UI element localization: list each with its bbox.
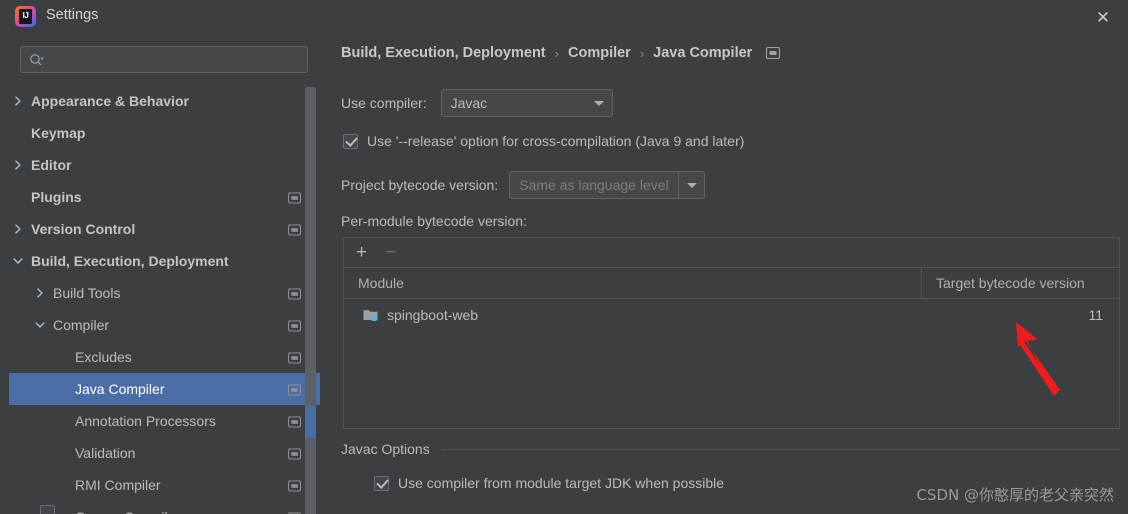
sidebar-item-build-tools[interactable]: Build Tools: [9, 277, 320, 309]
sidebar-item-annotation-processors[interactable]: Annotation Processors: [9, 405, 320, 437]
project-scope-icon: [288, 448, 301, 460]
sidebar-item-label: Build, Execution, Deployment: [31, 253, 229, 269]
sidebar-item-label: Editor: [31, 157, 72, 173]
section-divider: [440, 448, 1120, 450]
javac-options-title: Javac Options: [341, 441, 430, 457]
module-folder-icon: [363, 308, 379, 322]
breadcrumb-item-build[interactable]: Build, Execution, Deployment: [341, 45, 546, 61]
sidebar-item-label: Build Tools: [53, 285, 121, 301]
sidebar-item-rmi-compiler[interactable]: RMI Compiler: [9, 469, 320, 501]
use-module-jdk-checkbox[interactable]: [374, 475, 389, 491]
sidebar-item-label: Appearance & Behavior: [31, 93, 189, 109]
module-name: spingboot-web: [387, 306, 479, 323]
per-module-bytecode-table: + − Module Target bytecode version sping…: [343, 237, 1120, 429]
sidebar-item-appearance-behavior[interactable]: Appearance & Behavior: [9, 85, 320, 117]
search-field[interactable]: [20, 46, 308, 73]
chevron-down-icon[interactable]: [678, 172, 704, 198]
table-cell-target-bytecode[interactable]: 11: [922, 307, 1119, 323]
release-option-checkbox[interactable]: [343, 133, 358, 149]
remove-module-button[interactable]: −: [385, 243, 396, 262]
project-scope-icon: [288, 192, 301, 204]
sidebar-item-label: Annotation Processors: [75, 413, 216, 429]
use-module-jdk-label: Use compiler from module target JDK when…: [398, 475, 725, 491]
project-scope-icon: [288, 288, 301, 300]
project-scope-icon: [288, 384, 301, 396]
project-scope-icon: [766, 46, 781, 60]
sidebar-item-label: Java Compiler: [75, 381, 165, 397]
sidebar-scrollbar-thumb[interactable]: [305, 87, 316, 514]
release-option-row[interactable]: Use '--release' option for cross-compila…: [343, 133, 744, 149]
project-bytecode-row: Project bytecode version: Same as langua…: [341, 171, 706, 199]
sidebar-item-build-execution-deployment[interactable]: Build, Execution, Deployment: [9, 245, 320, 277]
per-module-label-row: Per-module bytecode version:: [341, 213, 527, 229]
search-icon: [29, 53, 44, 68]
chevron-right-icon[interactable]: [12, 159, 24, 171]
chevron-down-icon[interactable]: [34, 319, 46, 331]
breadcrumb-item-compiler[interactable]: Compiler: [568, 45, 631, 61]
sidebar-item-editor[interactable]: Editor: [9, 149, 320, 181]
table-row[interactable]: spingboot-web 11: [344, 299, 1119, 330]
use-compiler-value: Javac: [450, 95, 488, 111]
sidebar-item-label: Version Control: [31, 221, 136, 237]
sidebar-item-label: Keymap: [31, 125, 86, 141]
project-scope-icon: [288, 352, 301, 364]
sidebar-item-label: Excludes: [75, 349, 132, 365]
breadcrumb-separator-icon: ›: [554, 45, 559, 61]
project-scope-icon: [288, 416, 301, 428]
sidebar-item-label: Validation: [75, 445, 136, 461]
settings-dialog: IJ Settings ✕ Appearance & Behavior Keyma…: [0, 0, 1128, 514]
use-module-jdk-row[interactable]: Use compiler from module target JDK when…: [374, 475, 724, 491]
chevron-right-icon[interactable]: [12, 95, 24, 107]
intellij-idea-logo-icon: IJ: [15, 6, 36, 27]
window-title: Settings: [46, 7, 99, 23]
sidebar-item-label: RMI Compiler: [75, 477, 161, 493]
use-compiler-label: Use compiler:: [341, 95, 427, 111]
project-bytecode-dropdown[interactable]: Same as language level: [509, 171, 706, 199]
use-compiler-dropdown[interactable]: Javac: [440, 89, 613, 117]
project-scope-icon: [288, 224, 301, 236]
column-header-module[interactable]: Module: [344, 268, 922, 298]
sidebar-scrollbar-selection-marker: [305, 406, 316, 438]
chevron-right-icon[interactable]: [34, 287, 46, 299]
settings-tree: Appearance & Behavior Keymap Editor Plugins…: [9, 85, 320, 514]
sidebar-item-keymap[interactable]: Keymap: [9, 117, 320, 149]
sidebar-item-version-control[interactable]: Version Control: [9, 213, 320, 245]
sidebar-item-label: Plugins: [31, 189, 82, 205]
per-module-bytecode-label: Per-module bytecode version:: [341, 213, 527, 229]
csdn-watermark: CSDN @你憨厚的老父亲突然: [916, 486, 1114, 504]
use-compiler-row: Use compiler: Javac: [341, 89, 613, 117]
chevron-down-icon: [586, 90, 612, 116]
sidebar-item-plugins[interactable]: Plugins: [9, 181, 320, 213]
project-bytecode-value: Same as language level: [519, 177, 669, 193]
settings-sidebar: Appearance & Behavior Keymap Editor Plugins…: [9, 37, 320, 514]
sidebar-item-label: Compiler: [53, 317, 110, 333]
project-bytecode-label: Project bytecode version:: [341, 177, 499, 193]
javac-option-partially-visible-checkbox[interactable]: [40, 505, 55, 514]
chevron-down-icon[interactable]: [12, 255, 24, 267]
chevron-right-icon[interactable]: [12, 223, 24, 235]
javac-options-section-header: Javac Options: [341, 441, 1120, 457]
table-cell-module[interactable]: spingboot-web: [344, 299, 922, 330]
search-input[interactable]: [51, 47, 301, 72]
sidebar-item-groovy-compiler[interactable]: Groovy Compiler: [9, 501, 320, 514]
sidebar-item-validation[interactable]: Validation: [9, 437, 320, 469]
sidebar-item-compiler[interactable]: Compiler: [9, 309, 320, 341]
sidebar-item-excludes[interactable]: Excludes: [9, 341, 320, 373]
java-compiler-panel: Build, Execution, Deployment › Compiler …: [335, 37, 1128, 514]
project-scope-icon: [288, 480, 301, 492]
release-option-label: Use '--release' option for cross-compila…: [367, 133, 745, 149]
table-header-row: Module Target bytecode version: [344, 268, 1119, 299]
breadcrumb: Build, Execution, Deployment › Compiler …: [341, 45, 781, 61]
add-module-button[interactable]: +: [356, 243, 367, 262]
table-toolbar: + −: [344, 238, 1119, 268]
project-scope-icon: [288, 320, 301, 332]
column-header-target-bytecode[interactable]: Target bytecode version: [922, 268, 1119, 298]
title-bar: IJ Settings ✕: [0, 0, 1128, 34]
breadcrumb-separator-icon: ›: [639, 45, 645, 61]
close-icon[interactable]: ✕: [1092, 6, 1114, 28]
sidebar-item-label: Groovy Compiler: [75, 509, 180, 514]
sidebar-item-java-compiler[interactable]: Java Compiler: [9, 373, 320, 405]
breadcrumb-item-java-compiler: Java Compiler: [653, 45, 753, 61]
